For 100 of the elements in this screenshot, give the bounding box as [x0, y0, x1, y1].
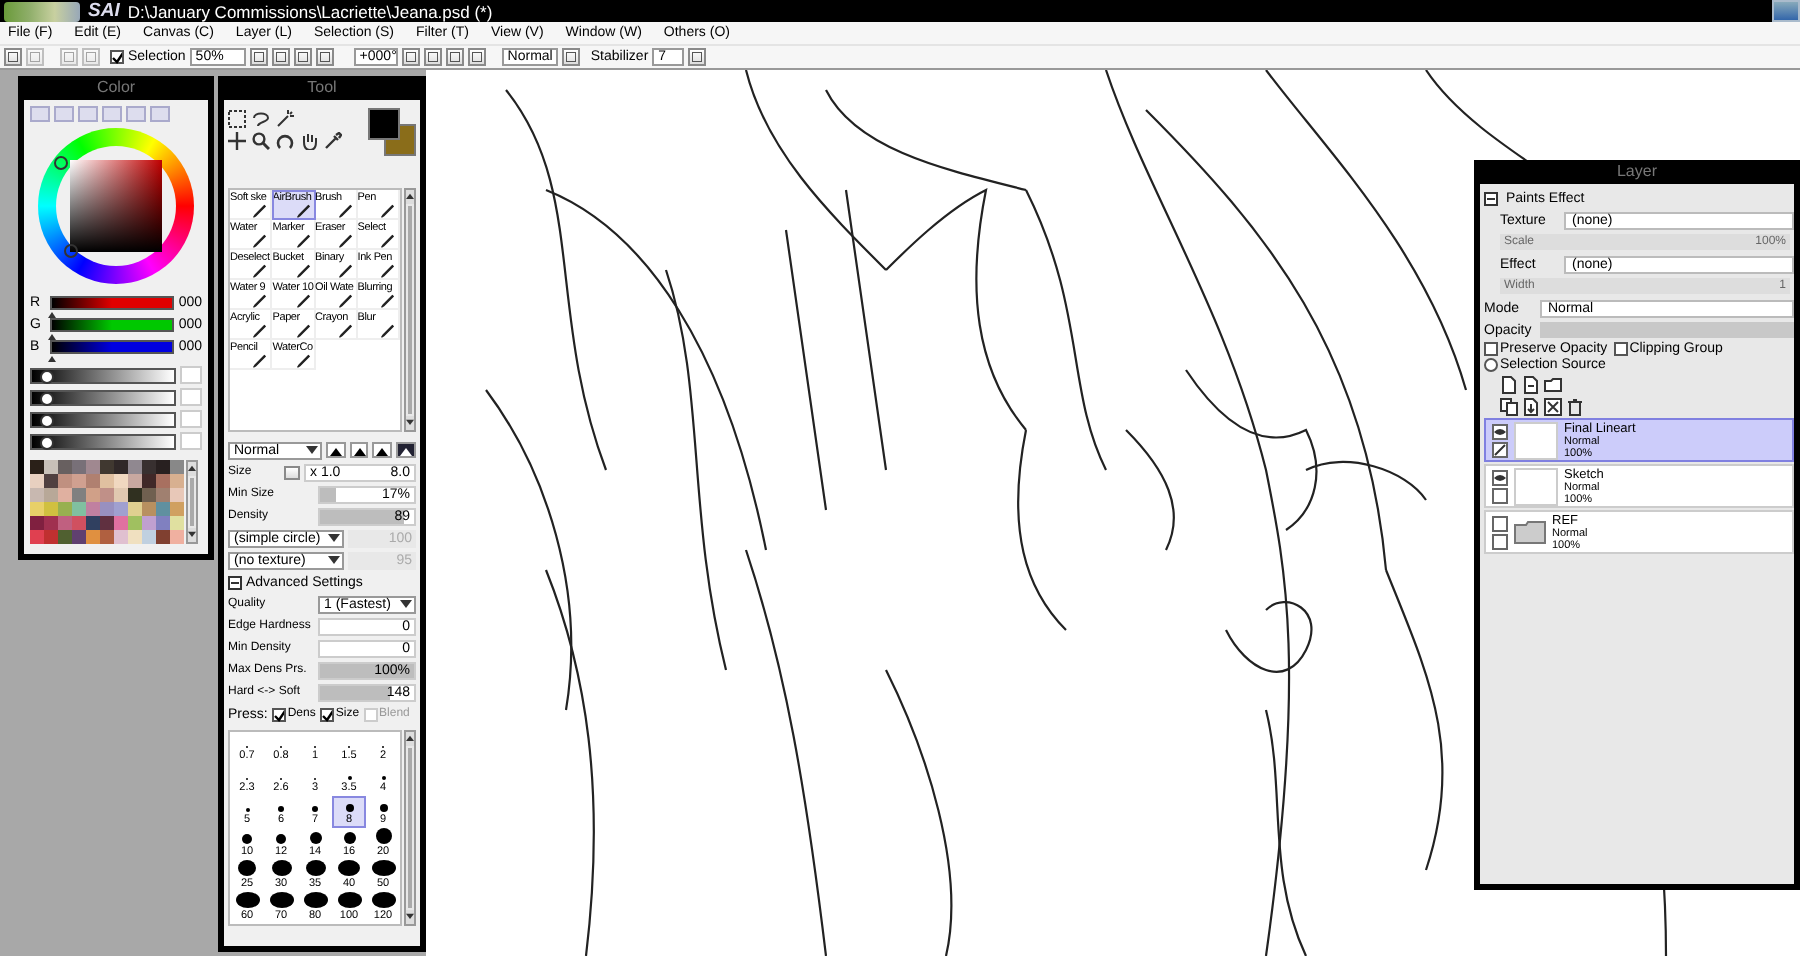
brush-shape-button[interactable] [325, 442, 346, 458]
color-swatch[interactable] [30, 474, 44, 488]
color-swatch[interactable] [156, 474, 170, 488]
color-swatches-icon[interactable] [364, 104, 416, 160]
color-swatch[interactable] [44, 460, 58, 474]
color-swatch[interactable] [72, 502, 86, 516]
tool-button[interactable] [445, 48, 464, 66]
color-swatch[interactable] [170, 530, 184, 544]
color-swatch[interactable] [156, 488, 170, 502]
color-swatch[interactable] [100, 474, 114, 488]
color-swatch[interactable] [44, 530, 58, 544]
selection-icon[interactable] [228, 110, 246, 128]
opacity-slider[interactable] [1540, 322, 1794, 338]
color-swatch[interactable] [72, 474, 86, 488]
color-swatch[interactable] [44, 502, 58, 516]
visibility-toggle[interactable] [1492, 515, 1508, 531]
color-swatch[interactable] [128, 530, 142, 544]
slider[interactable] [30, 433, 176, 449]
slider[interactable] [30, 367, 176, 383]
brush-shape-button[interactable] [396, 442, 416, 458]
visibility-toggle[interactable] [1492, 423, 1508, 439]
color-swatch[interactable] [72, 516, 86, 530]
color-swatch[interactable] [142, 460, 156, 474]
edit-toggle[interactable] [1492, 487, 1508, 503]
folder-icon[interactable] [1544, 376, 1562, 394]
color-swatch[interactable] [142, 516, 156, 530]
color-swatch[interactable] [128, 474, 142, 488]
trash-icon[interactable] [1566, 398, 1584, 416]
color-swatch[interactable] [58, 516, 72, 530]
move-icon[interactable] [228, 132, 246, 150]
brush-shape-button[interactable] [349, 442, 369, 458]
color-swatch[interactable] [30, 530, 44, 544]
color-swatch[interactable] [86, 516, 100, 530]
color-swatch[interactable] [58, 502, 72, 516]
color-swatch[interactable] [170, 502, 184, 516]
color-swatch[interactable] [128, 460, 142, 474]
color-swatch[interactable] [128, 516, 142, 530]
color-swatch[interactable] [100, 502, 114, 516]
tool-button[interactable] [401, 48, 420, 66]
visibility-toggle[interactable] [1492, 469, 1508, 485]
color-swatch[interactable] [58, 530, 72, 544]
slider[interactable] [30, 411, 176, 427]
color-swatch[interactable] [114, 516, 128, 530]
color-swatch[interactable] [58, 488, 72, 502]
color-swatch[interactable] [30, 516, 44, 530]
color-swatch[interactable] [142, 474, 156, 488]
search-icon[interactable] [252, 132, 270, 150]
tool-button[interactable] [423, 48, 442, 66]
page-icon[interactable] [1522, 376, 1540, 394]
color-swatch[interactable] [100, 530, 114, 544]
color-swatch[interactable] [86, 502, 100, 516]
tool-button[interactable] [562, 48, 581, 66]
edit-toggle[interactable] [1492, 533, 1508, 549]
color-swatch[interactable] [72, 460, 86, 474]
scrollbar[interactable] [404, 188, 416, 432]
scrollbar[interactable] [186, 460, 198, 544]
magic-wand-icon[interactable] [276, 110, 294, 128]
color-swatch[interactable] [170, 474, 184, 488]
copy-icon[interactable] [1500, 398, 1518, 416]
edit-toggle[interactable] [1492, 441, 1508, 457]
page-icon[interactable] [1500, 376, 1518, 394]
color-swatch[interactable] [114, 530, 128, 544]
hand-icon[interactable] [300, 132, 318, 150]
color-swatch[interactable] [142, 488, 156, 502]
color-swatch[interactable] [142, 530, 156, 544]
eyedropper-icon[interactable] [324, 132, 342, 150]
slider-thumb[interactable] [48, 352, 56, 362]
undo-button[interactable] [4, 48, 22, 66]
color-swatch[interactable] [100, 516, 114, 530]
color-swatch[interactable] [170, 488, 184, 502]
slider[interactable] [30, 389, 176, 405]
restore-button[interactable] [1772, 0, 1800, 22]
color-swatch[interactable] [86, 474, 100, 488]
scrollbar[interactable] [404, 730, 416, 926]
color-swatch[interactable] [156, 516, 170, 530]
color-swatch[interactable] [30, 502, 44, 516]
color-swatch[interactable] [72, 530, 86, 544]
rotate-icon[interactable] [276, 132, 294, 150]
tool-button[interactable] [467, 48, 486, 66]
color-swatch[interactable] [86, 460, 100, 474]
slider-thumb[interactable] [40, 369, 55, 383]
dropdown-button[interactable] [688, 48, 707, 66]
color-swatch[interactable] [86, 488, 100, 502]
color-swatch[interactable] [114, 502, 128, 516]
toggle-button[interactable] [284, 465, 300, 479]
lasso-icon[interactable] [252, 110, 270, 128]
color-swatch[interactable] [30, 460, 44, 474]
color-swatch[interactable] [170, 516, 184, 530]
color-swatch[interactable] [58, 460, 72, 474]
zoom-in-button[interactable] [293, 48, 312, 66]
color-swatch[interactable] [114, 474, 128, 488]
color-swatch[interactable] [44, 474, 58, 488]
color-swatch[interactable] [86, 530, 100, 544]
color-swatch[interactable] [156, 460, 170, 474]
slider-thumb[interactable] [40, 391, 55, 405]
slider-thumb[interactable] [40, 413, 55, 427]
color-swatch[interactable] [100, 460, 114, 474]
clear-icon[interactable] [1544, 398, 1562, 416]
dropdown-button[interactable] [249, 48, 268, 66]
collapse-icon[interactable] [228, 575, 242, 589]
